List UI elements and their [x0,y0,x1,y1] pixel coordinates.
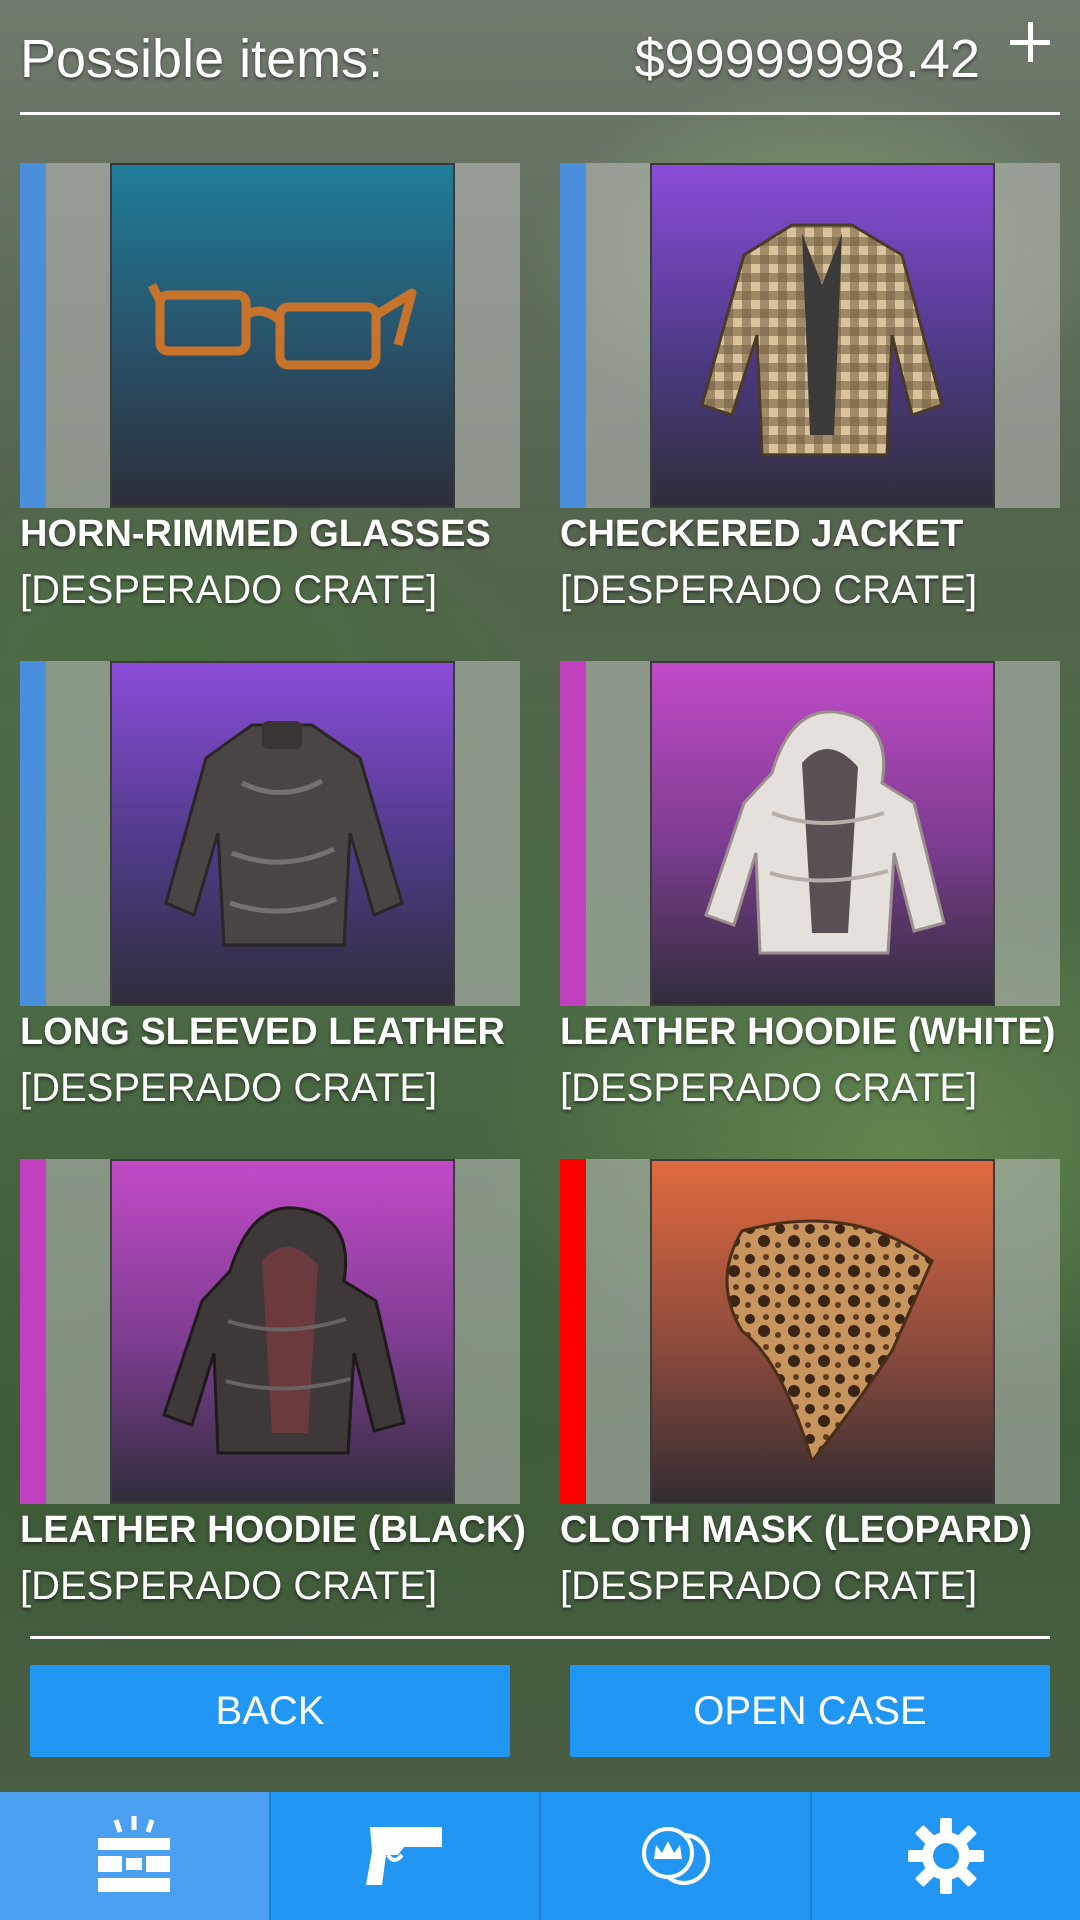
tab-weapons[interactable] [268,1792,540,1920]
rarity-bar [20,661,46,1006]
item-crate: [DESPERADO CRATE] [560,1564,978,1608]
item-name: LEATHER HOODIE (WHITE) [560,1011,1056,1053]
leather-jacket-image [110,661,455,1006]
rarity-bar [20,163,46,508]
coins-icon [642,1827,711,1885]
item-card[interactable]: CHECKERED JACKET [DESPERADO CRATE] [560,163,1060,633]
back-button[interactable]: BACK [30,1665,510,1757]
black-hoodie-image [110,1159,455,1504]
item-crate: [DESPERADO CRATE] [20,1066,438,1110]
rarity-bar [560,661,586,1006]
checkered-jacket-image [650,163,995,508]
item-card[interactable]: CLOTH MASK (LEOPARD) [DESPERADO CRATE] [560,1159,1060,1629]
item-crate: [DESPERADO CRATE] [560,568,978,612]
leopard-mask-image [650,1159,995,1504]
item-card[interactable]: LEATHER HOODIE (WHITE) [DESPERADO CRATE] [560,661,1060,1131]
rarity-bar [20,1159,46,1504]
item-crate: [DESPERADO CRATE] [20,1564,438,1608]
item-name: LEATHER HOODIE (BLACK) [20,1509,526,1551]
pistol-icon [365,1827,442,1885]
gear-icon [907,1818,984,1894]
tab-crates[interactable] [0,1792,269,1920]
rarity-bar [560,1159,586,1504]
item-card[interactable]: LEATHER HOODIE (BLACK) [DESPERADO CRATE] [20,1159,526,1629]
tab-settings[interactable] [809,1792,1080,1920]
item-name: HORN-RIMMED GLASSES [20,513,491,555]
header: Possible items: $99999998.42 [20,0,1060,115]
item-name: CHECKERED JACKET [560,513,964,555]
tab-coins[interactable] [539,1792,810,1920]
item-name: LONG SLEEVED LEATHER [20,1011,505,1053]
item-name: CLOTH MASK (LEOPARD) [560,1509,1033,1551]
bottom-navbar [0,1792,1080,1920]
crate-icon [98,1816,171,1892]
white-hoodie-image [650,661,995,1006]
item-crate: [DESPERADO CRATE] [560,1066,978,1110]
open-case-button[interactable]: OPEN CASE [570,1665,1050,1757]
item-crate: [DESPERADO CRATE] [20,568,438,612]
add-funds-button[interactable] [1010,22,1050,62]
balance-display: $99999998.42 [634,29,980,89]
divider [30,1636,1050,1639]
page-title: Possible items: [20,29,384,89]
item-card[interactable]: LONG SLEEVED LEATHER [DESPERADO CRATE] [20,661,520,1131]
rarity-bar [560,163,586,508]
glasses-image [110,163,455,508]
item-card[interactable]: HORN-RIMMED GLASSES [DESPERADO CRATE] [20,163,520,633]
